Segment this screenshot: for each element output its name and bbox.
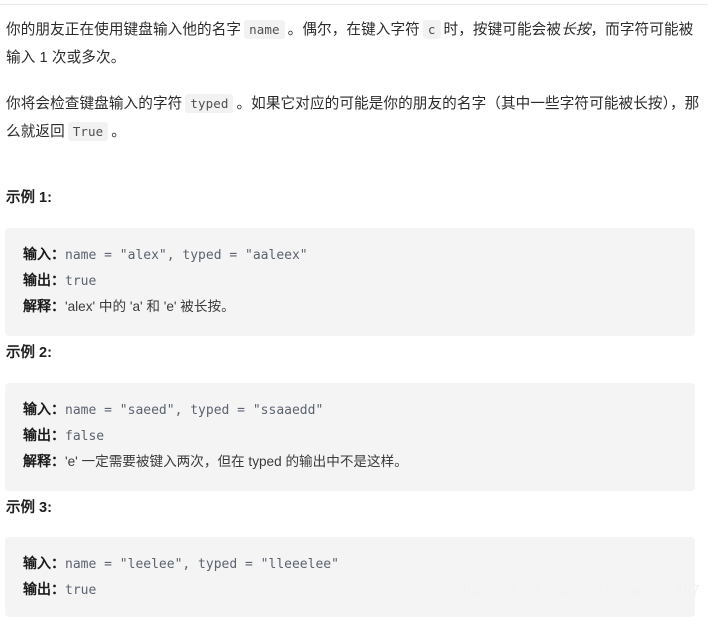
code-line-value: false bbox=[65, 429, 105, 444]
inline-code-c: c bbox=[422, 20, 441, 39]
code-line: 输入：name = "saeed", typed = "ssaaedd" bbox=[23, 397, 677, 423]
example-2-codeblock: 输入：name = "saeed", typed = "ssaaedd" 输出：f… bbox=[5, 383, 695, 491]
paragraph-text-run: 。偶尔，在键入字符 bbox=[287, 22, 420, 38]
code-line-value: 'alex' 中的 'a' 和 'e' 被长按。 bbox=[65, 299, 235, 314]
problem-paragraph-1: 你的朋友正在使用键盘输入他的名字 name 。偶尔，在键入字符 c 时，按键可能会被长按… bbox=[6, 16, 702, 72]
paragraph-text-run: 。 bbox=[111, 124, 126, 140]
example-1-heading: 示例 1: bbox=[6, 190, 52, 206]
example-3-heading: 示例 3: bbox=[6, 500, 52, 516]
code-line-value: 'e' 一定需要被键入两次，但在 typed 的输出中不是这样。 bbox=[65, 454, 408, 469]
inline-code-typed: typed bbox=[185, 94, 234, 113]
code-line: 输出：true bbox=[23, 268, 677, 294]
code-line-value: name = "saeed", typed = "ssaaedd" bbox=[65, 403, 324, 418]
top-divider bbox=[0, 4, 708, 5]
code-line-label: 输入： bbox=[23, 555, 65, 571]
problem-paragraph-2: 你将会检查键盘输入的字符 typed 。如果它对应的可能是你的朋友的名字（其中一些字… bbox=[6, 90, 702, 146]
inline-code-True: True bbox=[67, 122, 109, 141]
paragraph-text-run: 你的朋友正在使用键盘输入他的名字 bbox=[6, 22, 242, 38]
code-line-value: true bbox=[65, 583, 97, 598]
inline-code-name: name bbox=[244, 20, 285, 39]
code-line-value: true bbox=[65, 274, 97, 289]
code-line-label: 解释： bbox=[23, 298, 65, 314]
article-page: 你的朋友正在使用键盘输入他的名字 name 。偶尔，在键入字符 c 时，按键可能会被长按… bbox=[0, 0, 708, 617]
code-line-label: 输入： bbox=[23, 401, 65, 417]
code-line-value: name = "leelee", typed = "lleeelee" bbox=[65, 557, 339, 572]
code-line-label: 解释： bbox=[23, 453, 65, 469]
code-line-value: name = "alex", typed = "aaleex" bbox=[65, 248, 308, 263]
code-line-label: 输出： bbox=[23, 272, 65, 288]
code-line-label: 输出： bbox=[23, 581, 65, 597]
code-line: 解释：'alex' 中的 'a' 和 'e' 被长按。 bbox=[23, 294, 677, 320]
emphasis-text: 长按 bbox=[561, 22, 591, 38]
example-3-codeblock: 输入：name = "leelee", typed = "lleeelee" 输出… bbox=[5, 537, 695, 617]
example-2-heading: 示例 2: bbox=[6, 345, 52, 361]
code-line: 输入：name = "leelee", typed = "lleeelee" bbox=[23, 551, 677, 577]
paragraph-text-run: 时，按键可能会被 bbox=[443, 22, 562, 38]
watermark-text: https://blog.csdn.net/renweiyi1487 bbox=[462, 582, 700, 599]
code-line: 输入：name = "alex", typed = "aaleex" bbox=[23, 242, 677, 268]
code-line: 输出：false bbox=[23, 423, 677, 449]
example-1-codeblock: 输入：name = "alex", typed = "aaleex" 输出：tru… bbox=[5, 228, 695, 336]
article-body: 你的朋友正在使用键盘输入他的名字 name 。偶尔，在键入字符 c 时，按键可能会被长按… bbox=[0, 0, 708, 146]
paragraph-text-run: 你将会检查键盘输入的字符 bbox=[6, 96, 183, 112]
code-line-label: 输出： bbox=[23, 427, 65, 443]
code-line: 解释：'e' 一定需要被键入两次，但在 typed 的输出中不是这样。 bbox=[23, 449, 677, 475]
code-line-label: 输入： bbox=[23, 246, 65, 262]
